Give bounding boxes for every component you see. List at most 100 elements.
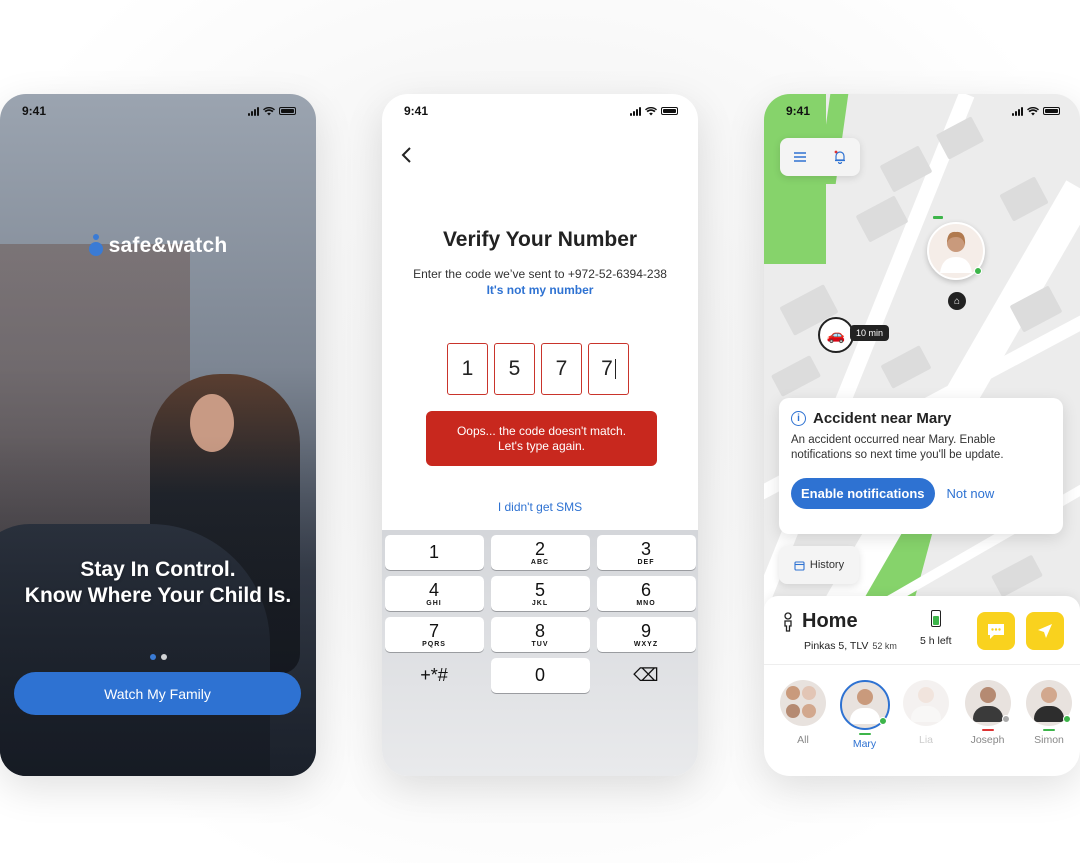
member-simon[interactable]: Simon: [1022, 680, 1076, 750]
code-digit[interactable]: 7: [541, 343, 582, 395]
avatar: [839, 680, 890, 730]
place-header: Home: [782, 610, 858, 633]
battery-left-label: 5 h left: [920, 635, 952, 647]
member-lia[interactable]: Lia: [899, 680, 953, 750]
navigate-button[interactable]: [1026, 612, 1064, 650]
avatar: [964, 680, 1011, 726]
member-name: All: [797, 734, 809, 746]
battery-level-bar: [797, 729, 809, 731]
logo-mark-icon: [88, 234, 103, 258]
battery-level-bar: [1043, 729, 1055, 731]
welcome-headline: Stay In Control. Know Where Your Child I…: [0, 557, 316, 609]
watch-my-family-button[interactable]: Watch My Family: [14, 672, 301, 715]
status-bar: 9:41: [382, 94, 698, 128]
member-name: Mary: [852, 738, 877, 750]
menu-icon[interactable]: [793, 152, 807, 162]
code-digit[interactable]: 1: [447, 343, 488, 395]
keypad-key[interactable]: 5 JKL: [490, 576, 590, 611]
keypad-key[interactable]: 6 MNO: [596, 576, 696, 611]
battery-icon: [661, 107, 678, 115]
battery-level-bar: [933, 216, 943, 219]
battery-icon: [279, 107, 296, 115]
bell-icon[interactable]: [833, 150, 847, 164]
keypad-key[interactable]: 4 GHI: [384, 576, 484, 611]
verify-subtitle: Enter the code we’ve sent to +972-52-639…: [413, 267, 667, 281]
home-pin-icon[interactable]: ⌂: [948, 292, 966, 310]
place-title: Home: [802, 610, 858, 632]
wifi-icon: [263, 106, 275, 115]
signal-icon: [1012, 106, 1023, 116]
alert-title: Accident near Mary: [813, 410, 952, 427]
error-line-2: Let's type again.: [497, 438, 586, 453]
keypad-key[interactable]: 7 PQRS: [384, 617, 484, 652]
member-mary[interactable]: Mary: [838, 680, 892, 750]
navigation-arrow-icon: [1038, 624, 1052, 638]
map-toolbar: [780, 138, 860, 176]
headline-line-1: Stay In Control.: [80, 558, 236, 581]
status-bar: 9:41: [0, 94, 316, 128]
place-address: Pinkas 5, TLV 52 km: [804, 640, 897, 652]
battery-level-bar: [920, 729, 932, 731]
welcome-screen: 9:41 safe&watch Stay In Control. Know Wh…: [0, 94, 316, 776]
member-joseph[interactable]: Joseph: [961, 680, 1015, 750]
place-distance: 52 km: [872, 641, 897, 651]
headline-line-2: Know Where Your Child Is.: [24, 584, 292, 607]
status-time: 9:41: [786, 104, 811, 118]
backspace-key[interactable]: ⌫: [597, 658, 696, 693]
status-time: 9:41: [404, 104, 429, 118]
signal-icon: [630, 106, 641, 116]
online-status-dot: [1063, 715, 1071, 723]
person-pin-icon: [784, 611, 792, 632]
online-status-dot: [878, 717, 887, 725]
person-avatar-icon: [940, 231, 972, 273]
mary-location-avatar[interactable]: [927, 216, 985, 280]
history-button[interactable]: History: [779, 546, 859, 584]
accident-car-icon[interactable]: 🚗: [818, 317, 854, 353]
backspace-icon: ⌫: [633, 665, 659, 685]
alert-card: i Accident near Mary An accident occurre…: [779, 398, 1063, 534]
keypad-key[interactable]: 1: [384, 535, 484, 570]
error-line-1: Oops... the code doesn't match.: [456, 423, 627, 438]
keypad-key[interactable]: 9 WXYZ: [596, 617, 696, 652]
battery-level-bar: [981, 729, 994, 731]
alert-body: An accident occurred near Mary. Enable n…: [791, 434, 1004, 461]
battery-vertical-icon: [930, 610, 941, 627]
wifi-icon: [1027, 106, 1039, 115]
member-name: Simon: [1034, 734, 1064, 746]
didnt-get-sms-link[interactable]: I didn't get SMS: [382, 500, 698, 514]
keypad-key[interactable]: 2 ABC: [490, 535, 590, 570]
text-cursor: [614, 359, 616, 379]
code-digit[interactable]: 5: [494, 343, 535, 395]
keypad-key[interactable]: 0: [490, 658, 590, 693]
keypad-key[interactable]: 8 TUV: [490, 617, 590, 652]
page-indicator[interactable]: [0, 654, 316, 660]
page-dot[interactable]: [160, 654, 167, 660]
member-all[interactable]: All: [776, 680, 830, 750]
error-banner: Oops... the code doesn't match. Let's ty…: [426, 411, 657, 466]
app-logo: safe&watch: [0, 234, 316, 258]
battery-icon: [1043, 107, 1060, 115]
family-members-list: All Mary Lia Joseph Simon: [776, 680, 1076, 750]
code-input[interactable]: 1 5 7 7: [447, 343, 629, 395]
map-screen: 9:41 ⌂ 🚗 10 min i Accident near Mary An …: [764, 94, 1080, 776]
chat-button[interactable]: [977, 612, 1015, 650]
not-my-number-link[interactable]: It's not my number: [382, 283, 698, 297]
page-title: Verify Your Number: [442, 228, 638, 251]
wifi-icon: [645, 106, 657, 115]
info-icon: i: [791, 411, 806, 426]
history-label: History: [809, 559, 845, 571]
signal-icon: [248, 106, 259, 116]
status-time: 9:41: [22, 104, 47, 118]
keypad-key[interactable]: 3 DEF: [596, 535, 696, 570]
not-now-button[interactable]: Not now: [947, 486, 995, 501]
code-digit-active[interactable]: 7: [588, 343, 629, 395]
numeric-keypad: 1 2 ABC 3 DEF 4 GHI 5 JKL 6 MNO 7 PQRS 8 TUV 9 WXYZ +*# 0 ⌫: [382, 530, 698, 776]
member-name: Joseph: [970, 734, 1005, 746]
enable-notifications-button[interactable]: Enable notifications: [791, 478, 935, 509]
page-dot-active[interactable]: [149, 654, 156, 660]
symbols-key[interactable]: +*#: [385, 658, 484, 693]
status-bar: 9:41: [764, 94, 1080, 128]
calendar-icon: [794, 560, 805, 571]
back-chevron-icon[interactable]: [400, 146, 412, 164]
group-avatar: [780, 680, 826, 726]
